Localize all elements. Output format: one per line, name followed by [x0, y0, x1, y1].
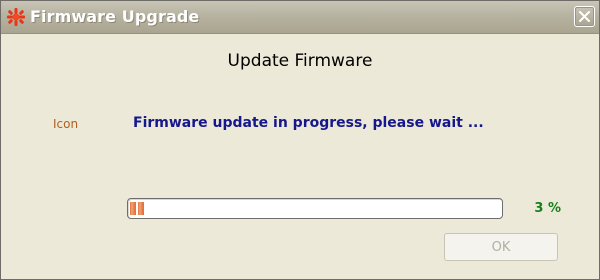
splat-icon	[7, 8, 25, 26]
title-bar[interactable]: Firmware Upgrade	[1, 1, 599, 34]
progress-fill	[130, 202, 144, 215]
ok-button[interactable]: OK	[444, 233, 558, 261]
icon-placeholder-label: Icon	[53, 117, 79, 131]
status-message: Firmware update in progress, please wait…	[133, 115, 484, 131]
progress-percent-label: 3 %	[534, 201, 561, 216]
close-button[interactable]	[574, 6, 595, 27]
dialog-heading: Update Firmware	[227, 51, 373, 71]
close-icon	[579, 11, 590, 22]
firmware-upgrade-dialog: Firmware Upgrade Update Firmware Icon Fi…	[0, 0, 600, 280]
window-title: Firmware Upgrade	[30, 7, 200, 26]
progress-bar	[127, 198, 503, 219]
